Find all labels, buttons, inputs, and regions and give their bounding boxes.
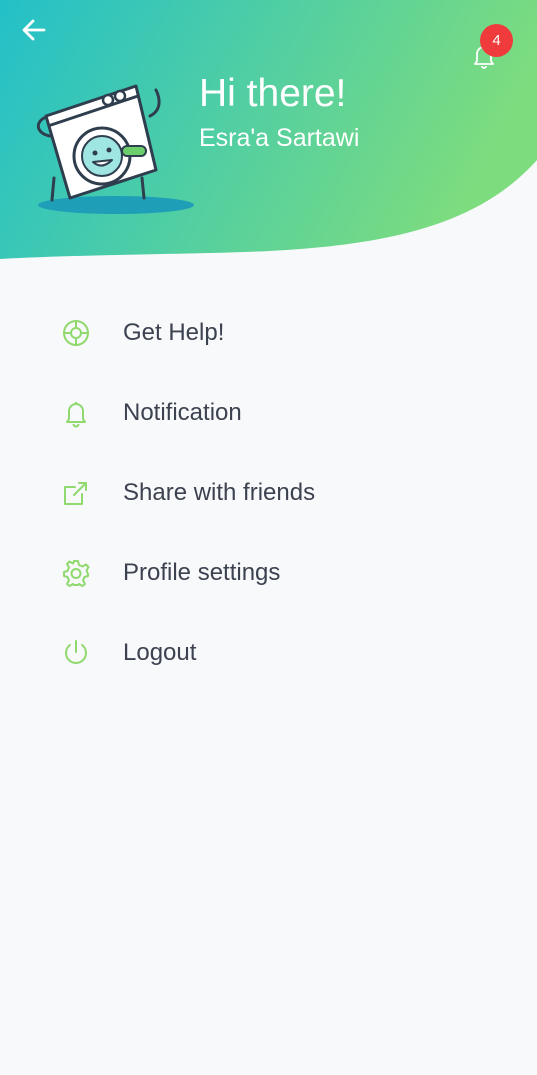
power-icon (61, 638, 91, 668)
drawer-menu: Get Help! Notification Share with friend… (0, 293, 537, 693)
menu-item-label: Get Help! (123, 319, 225, 346)
notification-count-badge: 4 (480, 24, 513, 57)
menu-item-label: Notification (123, 399, 242, 426)
user-name: Esra'a Sartawi (199, 124, 360, 152)
greeting-title: Hi there! (199, 72, 347, 115)
menu-item-notification[interactable]: Notification (0, 373, 537, 453)
menu-item-get-help[interactable]: Get Help! (0, 293, 537, 373)
menu-item-label: Share with friends (123, 479, 316, 506)
menu-item-profile-settings[interactable]: Profile settings (0, 533, 537, 613)
profile-header: 4 Hi there! Esra'a Sartawi (0, 0, 537, 270)
lifebuoy-icon (61, 318, 91, 348)
share-icon (61, 478, 91, 508)
menu-item-label: Profile settings (123, 559, 281, 586)
menu-item-share[interactable]: Share with friends (0, 453, 537, 533)
gear-icon (61, 558, 91, 588)
menu-item-logout[interactable]: Logout (0, 613, 537, 693)
washing-machine-mascot (36, 84, 194, 214)
arrow-left-icon (22, 19, 46, 41)
menu-item-label: Logout (123, 639, 197, 666)
back-button[interactable] (14, 12, 54, 48)
bell-icon (61, 398, 91, 428)
